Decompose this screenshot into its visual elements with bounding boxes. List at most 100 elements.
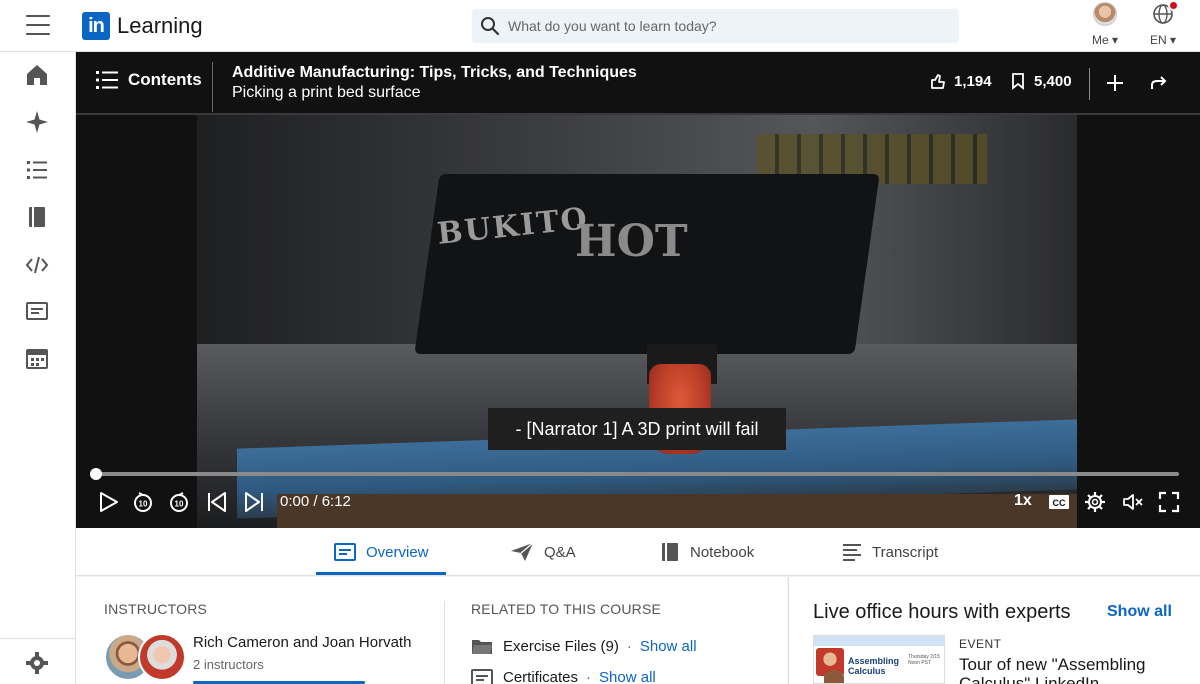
exercise-files-show-all-link[interactable]: Show all [640, 638, 697, 655]
add-icon[interactable] [1104, 72, 1126, 94]
separator-dot: · [626, 637, 632, 655]
tab-label: Q&A [544, 543, 576, 561]
transcript-icon [843, 544, 861, 561]
video-frame[interactable]: BUKITO HOT [197, 114, 1077, 528]
cc-label: CC [1053, 498, 1066, 508]
home-icon[interactable] [24, 62, 50, 88]
nav-divider [0, 638, 76, 639]
mute-icon[interactable] [1121, 490, 1145, 514]
list-icon[interactable] [24, 157, 50, 183]
save-count: 5,400 [1034, 72, 1072, 90]
left-nav [0, 52, 76, 684]
instructor-names[interactable]: Rich Cameron and Joan Horvath [193, 634, 411, 651]
tab-overview[interactable]: Overview [334, 528, 429, 576]
progress-bar[interactable] [90, 468, 1179, 480]
search-icon [481, 17, 500, 36]
like-count: 1,194 [954, 72, 992, 90]
certificate-icon [471, 669, 493, 684]
exercise-files-label: Exercise Files (9) [503, 637, 619, 655]
avatar [1093, 2, 1117, 26]
instructor-avatars[interactable] [104, 633, 188, 681]
video-stamp-hot: HOT [575, 216, 688, 267]
fullscreen-icon[interactable] [1157, 490, 1181, 514]
rewind-10-icon[interactable]: 10 [131, 490, 155, 514]
globe-icon [1151, 0, 1179, 26]
video-title: Picking a print bed surface [232, 84, 421, 101]
certificates-show-all-link[interactable]: Show all [599, 669, 656, 684]
video-player[interactable]: BUKITO HOT Contents Additive Manufacturi… [76, 52, 1200, 528]
certificate-icon[interactable] [24, 298, 50, 324]
header-rule [76, 113, 1200, 115]
closed-captions-icon[interactable]: CC [1047, 490, 1071, 514]
forward-10-label: 10 [175, 500, 184, 509]
thumbnail-presenter [824, 670, 844, 683]
caption-text: - [Narrator 1] A 3D print will fail [488, 408, 786, 450]
linkedin-logo-mark: in [82, 12, 110, 40]
me-menu[interactable]: Me ▾ [1082, 2, 1128, 47]
like-icon [931, 74, 945, 89]
tab-label: Notebook [690, 543, 755, 561]
instructor-count: 2 instructors [193, 657, 264, 672]
playback-time: 0:00 / 6:12 [280, 493, 351, 510]
certificates-row: Certificates · Show all [471, 668, 656, 684]
sparkle-icon[interactable] [24, 109, 50, 135]
bookmark-icon [1012, 73, 1024, 90]
separator-dot: · [586, 668, 592, 684]
contents-button[interactable]: Contents [96, 70, 202, 90]
contents-list-icon [96, 71, 118, 89]
search-input[interactable] [508, 18, 928, 34]
office-hours-title: Live office hours with experts [813, 601, 1071, 623]
share-icon[interactable] [1148, 72, 1170, 94]
related-heading: RELATED TO THIS COURSE [471, 601, 662, 617]
office-hours-panel: Live office hours with experts Show all … [788, 577, 1200, 684]
contents-label: Contents [128, 70, 202, 89]
tab-transcript[interactable]: Transcript [842, 528, 938, 576]
settings-gear-icon[interactable] [1083, 490, 1107, 514]
exercise-files-row: Exercise Files (9) · Show all [471, 637, 697, 655]
panel-divider [444, 601, 445, 684]
tab-label: Transcript [872, 543, 939, 561]
tab-label: Overview [366, 543, 429, 561]
tab-qa[interactable]: Q&A [510, 528, 576, 576]
thumbnail-meta: Thursday 2/15 Noon PST [908, 654, 940, 666]
previous-icon[interactable] [205, 490, 229, 514]
calendar-icon[interactable] [24, 345, 50, 371]
top-bar: in Learning Me ▾ EN ▾ [0, 0, 1200, 52]
player-header: Contents Additive Manufacturing: Tips, T… [76, 52, 1200, 115]
overview-icon [334, 543, 356, 561]
progress-knob[interactable] [90, 468, 102, 480]
course-title: Additive Manufacturing: Tips, Tricks, an… [232, 64, 637, 81]
instructors-heading: INSTRUCTORS [104, 601, 208, 617]
thumbnail-title: Assembling Calculus [848, 656, 900, 676]
event-label: EVENT [959, 637, 1002, 651]
header-stat-divider [1089, 68, 1090, 100]
search-bar[interactable] [472, 9, 959, 43]
tab-notebook[interactable]: Notebook [660, 528, 754, 576]
forward-10-icon[interactable]: 10 [167, 490, 191, 514]
certificates-label: Certificates [503, 668, 579, 684]
video-frame-base [277, 494, 1077, 528]
like-button[interactable]: 1,194 [928, 72, 992, 90]
save-button[interactable]: 5,400 [1010, 72, 1072, 90]
rewind-10-label: 10 [139, 500, 148, 509]
linkedin-learning-logo[interactable]: in Learning [82, 12, 203, 40]
event-thumbnail[interactable]: Assembling Calculus Thursday 2/15 Noon P… [813, 635, 945, 684]
gear-icon[interactable] [24, 650, 50, 676]
menu-icon[interactable] [26, 15, 50, 35]
header-divider [212, 62, 213, 112]
me-label: Me ▾ [1091, 33, 1119, 47]
notebook-icon [662, 543, 678, 561]
next-icon[interactable] [242, 490, 266, 514]
language-menu[interactable]: EN ▾ [1140, 0, 1186, 47]
book-icon[interactable] [24, 204, 50, 230]
language-label: EN ▾ [1149, 33, 1177, 47]
code-icon[interactable] [24, 252, 50, 278]
office-hours-show-all-link[interactable]: Show all [1107, 603, 1172, 621]
paper-plane-icon [511, 542, 534, 561]
active-tab-indicator [316, 572, 446, 575]
avatar [138, 633, 186, 681]
playback-speed-button[interactable]: 1x [1014, 492, 1032, 510]
overview-panel: INSTRUCTORS Rich Cameron and Joan Horvat… [76, 577, 787, 684]
play-icon[interactable] [96, 490, 120, 514]
event-title[interactable]: Tour of new "Assembling Calculus" Linked… [959, 655, 1189, 684]
